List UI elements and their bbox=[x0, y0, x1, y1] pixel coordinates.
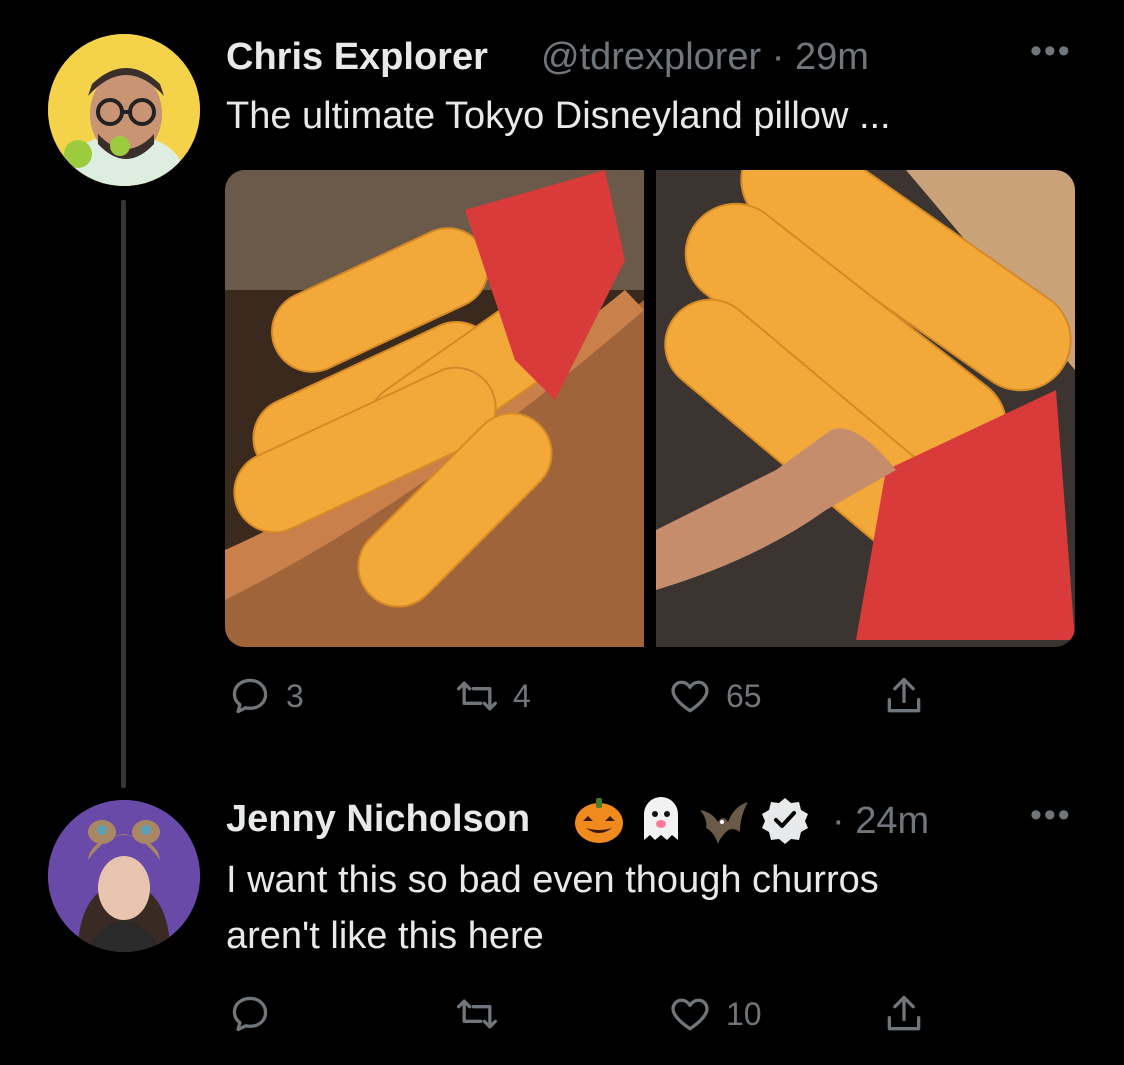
retweet-button[interactable]: 4 bbox=[455, 674, 531, 718]
bat-emoji-icon bbox=[696, 792, 750, 846]
media-photo-1[interactable] bbox=[225, 170, 644, 647]
more-options-button[interactable]: ••• bbox=[1030, 32, 1072, 71]
avatar-jenny-nicholson[interactable] bbox=[48, 800, 200, 952]
avatar-image bbox=[48, 800, 200, 952]
share-button[interactable] bbox=[882, 674, 926, 718]
tweet-text-line: I want this so bad even though churros bbox=[226, 859, 879, 901]
verified-icon bbox=[758, 792, 812, 846]
thread-connector-line bbox=[121, 200, 126, 788]
retweet-button[interactable] bbox=[455, 992, 513, 1036]
like-button[interactable]: 65 bbox=[668, 674, 762, 718]
reply-button[interactable] bbox=[228, 992, 286, 1036]
retweet-icon bbox=[457, 999, 497, 1029]
author-meta: · 24m bbox=[832, 800, 929, 843]
media-photo-2[interactable] bbox=[656, 170, 1075, 647]
share-icon bbox=[887, 995, 921, 1031]
like-icon bbox=[671, 998, 709, 1031]
reply-count: 3 bbox=[286, 677, 304, 714]
reply-button[interactable]: 3 bbox=[228, 674, 304, 718]
like-count: 65 bbox=[726, 677, 762, 714]
share-icon bbox=[887, 677, 921, 713]
avatar-image bbox=[48, 34, 200, 186]
pumpkin-emoji-icon bbox=[572, 792, 626, 846]
more-options-button[interactable]: ••• bbox=[1030, 796, 1072, 835]
share-button[interactable] bbox=[882, 992, 926, 1036]
timestamp[interactable]: 24m bbox=[855, 800, 929, 842]
reply-icon bbox=[232, 996, 268, 1032]
tweet-text: The ultimate Tokyo Disneyland pillow ... bbox=[226, 95, 891, 137]
retweet-count: 4 bbox=[513, 677, 531, 714]
author-handle[interactable]: @tdrexplorer bbox=[541, 36, 761, 78]
tweet-text: I want this so bad even though churros a… bbox=[226, 852, 879, 964]
like-button[interactable]: 10 bbox=[668, 992, 762, 1036]
retweet-icon bbox=[457, 681, 497, 711]
like-count: 10 bbox=[726, 995, 762, 1032]
timestamp[interactable]: 29m bbox=[795, 36, 869, 78]
name-emoji-row bbox=[572, 792, 812, 846]
avatar-chris-explorer[interactable] bbox=[48, 34, 200, 186]
reply-icon bbox=[232, 678, 268, 714]
author-name[interactable]: Jenny Nicholson bbox=[226, 798, 530, 841]
separator-dot: · bbox=[761, 36, 795, 78]
like-icon bbox=[671, 680, 709, 713]
tweet-media[interactable] bbox=[225, 170, 1075, 647]
author-name[interactable]: Chris Explorer bbox=[226, 36, 488, 79]
ghost-emoji-icon bbox=[634, 792, 688, 846]
separator-dot: · bbox=[832, 800, 856, 842]
author-meta: @tdrexplorer · 29m bbox=[541, 36, 869, 79]
tweet-text-line: aren't like this here bbox=[226, 915, 544, 957]
